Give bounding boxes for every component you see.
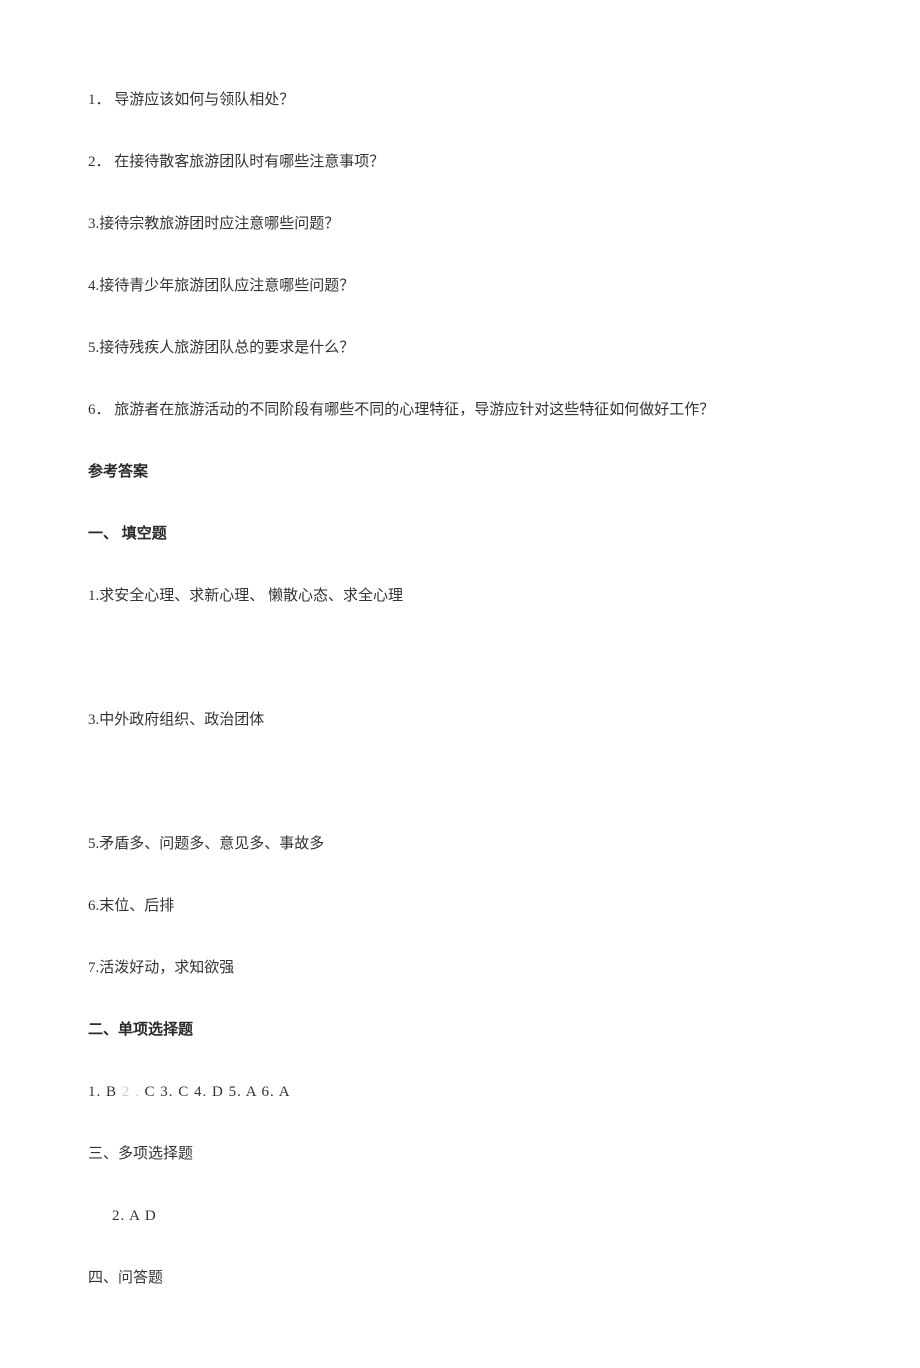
section-2-heading: 二、单项选择题 xyxy=(88,1018,832,1042)
fill-blank-answer-4-blank xyxy=(88,770,832,794)
answers-heading: 参考答案 xyxy=(88,460,832,484)
fill-blank-answer-2-blank xyxy=(88,646,832,670)
fill-blank-answer-7: 7.活泼好动，求知欲强 xyxy=(88,956,832,980)
question-4: 4.接待青少年旅游团队应注意哪些问题？ xyxy=(88,274,832,298)
single-choice-suffix: C 3. C 4. D 5. A 6. A xyxy=(140,1084,291,1100)
fill-blank-answer-1: 1.求安全心理、求新心理、 懒散心态、求全心理 xyxy=(88,584,832,608)
single-choice-prefix: 1. B xyxy=(88,1084,122,1100)
single-choice-faint: 2 . xyxy=(122,1084,140,1100)
question-5: 5.接待残疾人旅游团队总的要求是什么？ xyxy=(88,336,832,360)
fill-blank-answer-5: 5.矛盾多、问题多、意见多、事故多 xyxy=(88,832,832,856)
question-3: 3.接待宗教旅游团时应注意哪些问题？ xyxy=(88,212,832,236)
question-1: 1． 导游应该如何与领队相处？ xyxy=(88,88,832,112)
multi-choice-answer-2: 2. A D xyxy=(88,1204,832,1228)
question-6: 6． 旅游者在旅游活动的不同阶段有哪些不同的心理特征，导游应针对这些特征如何做好… xyxy=(88,398,832,422)
section-3-heading: 三、多项选择题 xyxy=(88,1142,832,1166)
section-4-heading: 四、问答题 xyxy=(88,1266,832,1290)
fill-blank-answer-3: 3.中外政府组织、政治团体 xyxy=(88,708,832,732)
fill-blank-answer-6: 6.末位、后排 xyxy=(88,894,832,918)
question-2: 2． 在接待散客旅游团队时有哪些注意事项？ xyxy=(88,150,832,174)
single-choice-answers: 1. B 2 . C 3. C 4. D 5. A 6. A xyxy=(88,1080,832,1104)
section-1-heading: 一、 填空题 xyxy=(88,522,832,546)
